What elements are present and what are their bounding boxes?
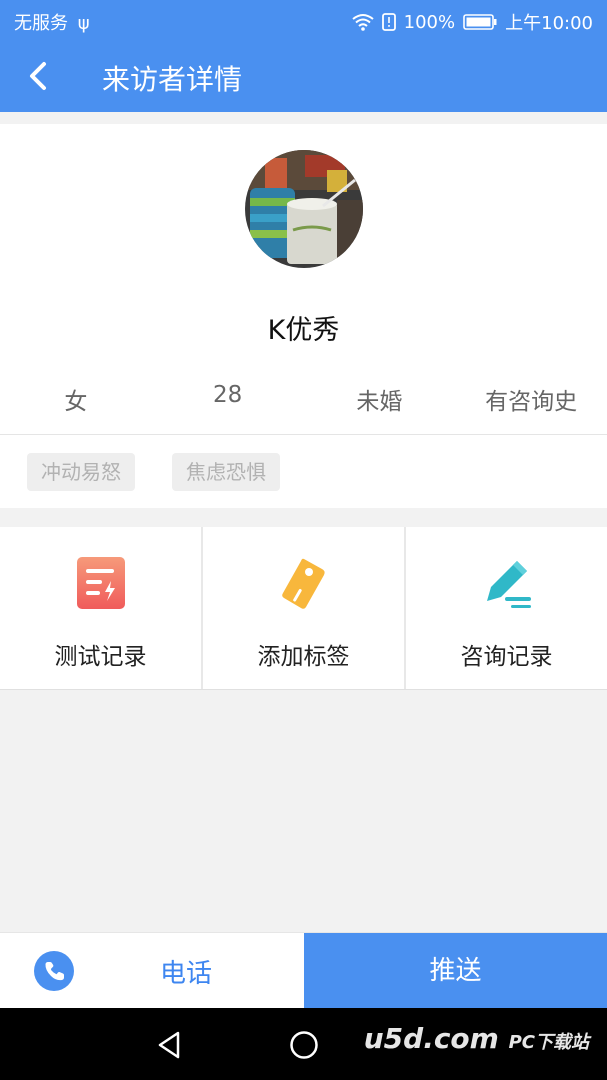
clock: 上午10:00 xyxy=(505,13,593,34)
consultation-history-value: 有咨询史 xyxy=(485,389,578,415)
avatar[interactable] xyxy=(245,150,363,268)
edit-pen-icon xyxy=(486,561,531,608)
info-row: 女 28 未婚 有咨询史 xyxy=(0,382,607,422)
consultation-record-label: 咨询记录 xyxy=(460,644,553,670)
test-record-icon xyxy=(76,557,125,609)
push-button[interactable]: 推送 xyxy=(304,933,607,1009)
carrier-text: 无服务 xyxy=(14,13,68,34)
watermark-text: u5d.com xyxy=(363,1022,499,1055)
action-grid: 测试记录 添加标签 咨询记录 xyxy=(0,527,607,690)
status-bar: 无服务 ψ 100% 上午10:00 xyxy=(0,0,607,42)
tags-section: 冲动易怒 焦虑恐惧 xyxy=(0,435,607,508)
sim-alert-icon xyxy=(381,13,396,31)
phone-icon xyxy=(34,951,74,991)
test-record-label: 测试记录 xyxy=(54,644,147,670)
marital-status-value: 未婚 xyxy=(356,389,403,415)
age-value: 28 xyxy=(212,382,243,408)
phone-label: 电话 xyxy=(160,959,213,989)
nav-home-icon[interactable] xyxy=(289,1030,319,1060)
test-record-button[interactable]: 测试记录 xyxy=(0,527,203,689)
watermark: u5d.com PC下载站 xyxy=(364,1022,589,1055)
status-left: 无服务 ψ xyxy=(14,9,90,35)
bottom-action-bar: 电话 推送 xyxy=(0,932,607,1009)
page-title: 来访者详情 xyxy=(102,63,243,96)
tag-chip: 焦虑恐惧 xyxy=(172,453,280,491)
profile-card: K优秀 女 28 未婚 有咨询史 xyxy=(0,124,607,434)
tag-icon xyxy=(281,558,325,609)
watermark-sub: PC下载站 xyxy=(508,1032,589,1053)
consultation-record-button[interactable]: 咨询记录 xyxy=(406,527,607,689)
tag-chip: 冲动易怒 xyxy=(27,453,135,491)
battery-icon xyxy=(463,14,497,30)
system-nav-bar: u5d.com PC下载站 xyxy=(0,1008,607,1080)
status-right: 100% 上午10:00 xyxy=(352,9,593,35)
add-tag-button[interactable]: 添加标签 xyxy=(203,527,406,689)
phone-button[interactable]: 电话 xyxy=(0,933,303,1009)
usb-icon: ψ xyxy=(77,13,90,34)
visitor-name: K优秀 xyxy=(267,315,340,346)
gender-value: 女 xyxy=(64,389,88,415)
app-toolbar: 来访者详情 xyxy=(0,42,607,112)
battery-percent: 100% xyxy=(403,11,456,33)
back-arrow-icon[interactable] xyxy=(22,58,58,94)
nav-back-icon[interactable] xyxy=(156,1030,182,1060)
add-tag-label: 添加标签 xyxy=(257,644,350,670)
wifi-icon xyxy=(352,14,374,31)
